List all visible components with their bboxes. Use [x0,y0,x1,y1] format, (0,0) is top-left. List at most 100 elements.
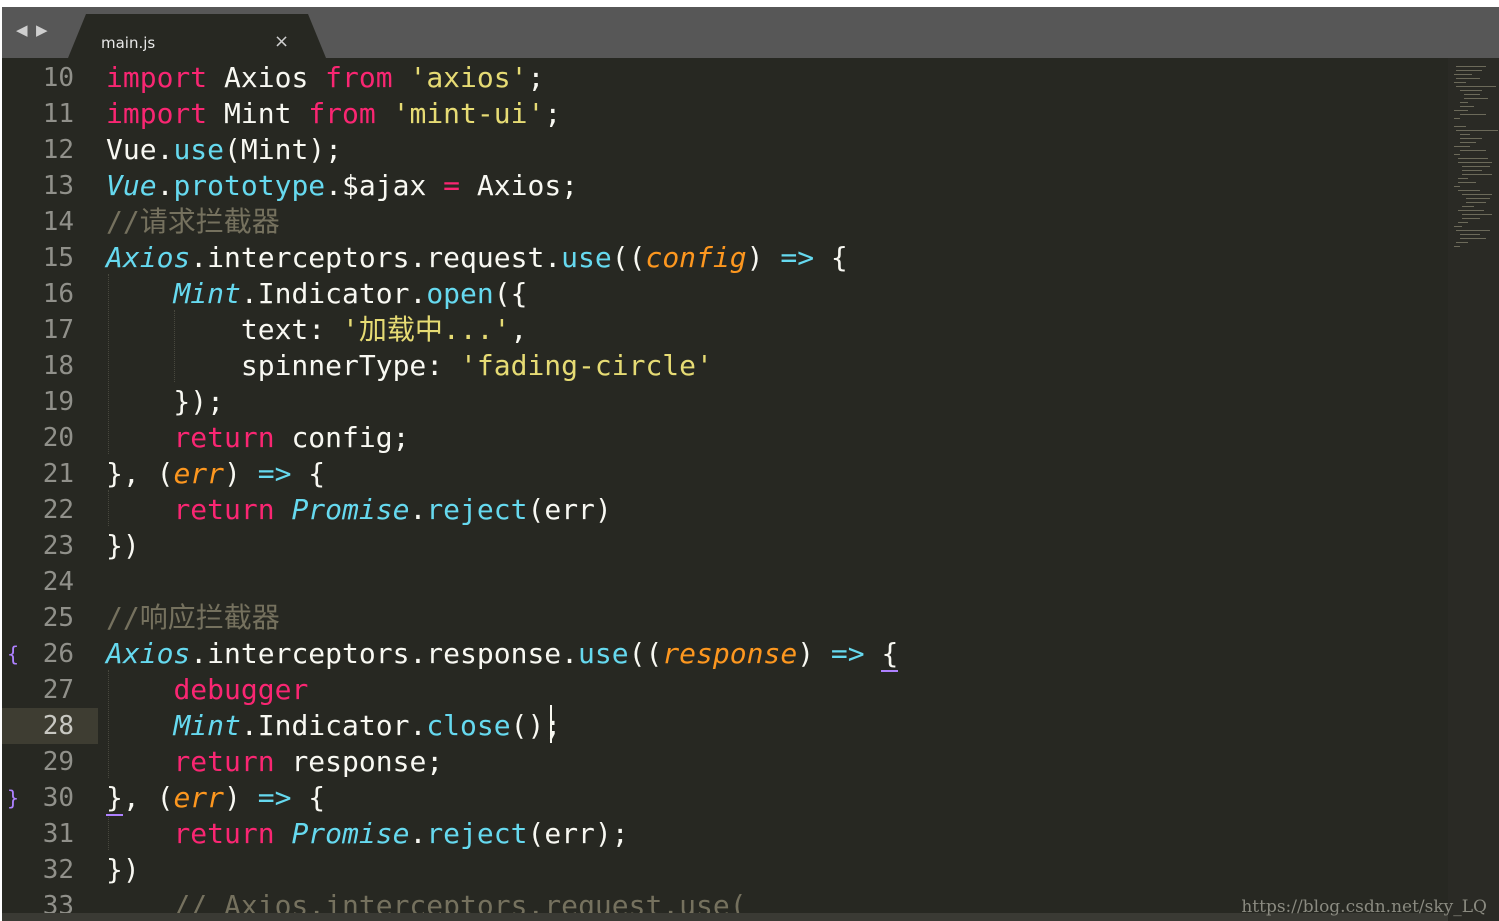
code-line[interactable]: }) [106,852,140,888]
code-line[interactable]: import Mint from 'mint-ui'; [106,96,561,132]
minimap-line [1456,70,1482,71]
code-token: err [173,457,225,490]
minimap-line [1454,146,1470,147]
code-line[interactable]: Axios.interceptors.request.use((config) … [106,240,848,276]
code-line[interactable]: }, (err) => { [106,780,325,816]
code-line[interactable]: return config; [106,420,409,456]
minimap-line [1460,90,1482,91]
code-token: from [308,97,376,130]
code-token: 'fading-circle' [460,349,713,382]
code-line[interactable]: return Promise.reject(err); [106,816,629,852]
code-area[interactable]: import Axios from 'axios'; import Mint fr… [98,58,1448,921]
code-token: //请求拦截器 [106,205,280,238]
minimap-line [1462,194,1492,195]
minimap-line [1454,82,1466,83]
minimap-line [1456,86,1496,87]
code-line[interactable]: return Promise.reject(err) [106,492,611,528]
line-number-text: 28 [42,711,74,741]
line-number: 18 [2,348,98,384]
code-token: }, ( [106,457,174,490]
code-line[interactable]: Mint.Indicator.open({ [106,276,527,312]
code-token: ) [224,781,258,814]
horizontal-scrollbar[interactable] [2,913,1448,921]
minimap-line [1462,170,1482,171]
code-token: Mint [173,709,241,742]
code-line[interactable]: return response; [106,744,443,780]
code-line[interactable]: Vue.use(Mint); [106,132,342,168]
minimap-line [1454,154,1460,155]
fold-marker-icon[interactable]: } [7,780,19,816]
code-token: . [156,169,174,202]
minimap-line [1456,66,1486,67]
tab-main-js[interactable]: main.js × [68,14,326,58]
code-token: Vue [106,169,157,202]
code-line[interactable]: Vue.prototype.$ajax = Axios; [106,168,578,204]
minimap-line [1466,202,1486,203]
code-token: (( [611,241,646,274]
code-token: ) [746,241,781,274]
line-number-text: 23 [42,531,74,561]
line-number-text: 29 [42,747,74,777]
line-number-text: 14 [42,207,74,237]
code-token: '加载中...' [342,313,511,346]
minimap-line [1460,106,1474,107]
minimap-line [1458,222,1468,223]
minimap-line [1458,190,1480,191]
code-token: }) [106,853,140,886]
line-number-text: 15 [42,243,74,273]
code-line[interactable]: debugger [106,672,308,708]
back-arrow-icon[interactable]: ◀ [16,21,28,39]
code-token: Axios; [460,169,579,202]
code-token: { [291,781,326,814]
code-token: .interceptors.request. [190,241,562,274]
line-number-text: 31 [42,819,74,849]
code-token: ; [544,97,562,130]
code-token: return [173,745,275,778]
code-token: return [173,493,275,526]
minimap-line [1454,118,1460,119]
code-line[interactable]: import Axios from 'axios'; [106,60,544,96]
code-token: .interceptors.response. [190,637,579,670]
minimap-line [1466,198,1490,199]
code-token: 'mint-ui' [392,97,545,130]
watermark: https://blog.csdn.net/sky_LQ [1241,897,1487,917]
code-line[interactable]: Axios.interceptors.response.use((respons… [106,636,899,672]
code-line[interactable]: spinnerType: 'fading-circle' [106,348,713,384]
code-token: Axios [106,637,191,670]
minimap-line [1456,230,1490,231]
minimap-line [1462,174,1492,175]
line-number-text: 27 [42,675,74,705]
code-token: { [291,457,326,490]
code-token: //响应拦截器 [106,601,280,634]
line-number: 20 [2,420,98,456]
line-number: 23 [2,528,98,564]
fold-marker-icon[interactable]: { [7,636,19,672]
code-line[interactable]: Mint.Indicator.close(); [106,708,561,744]
forward-arrow-icon[interactable]: ▶ [36,21,48,39]
code-token: .$ajax [325,169,444,202]
code-token: Promise [291,817,410,850]
minimap-line [1454,110,1468,111]
minimap[interactable] [1448,58,1499,921]
code-line[interactable]: }) [106,528,140,564]
code-line[interactable]: //请求拦截器 [106,204,280,240]
code-line[interactable]: }, (err) => { [106,456,325,492]
code-line[interactable]: text: '加载中...', [106,312,527,348]
minimap-line [1460,138,1482,139]
minimap-line [1454,186,1460,187]
code-line[interactable]: //响应拦截器 [106,600,280,636]
close-icon[interactable]: × [274,31,289,52]
code-token: debugger [173,673,309,706]
code-token: text: [106,313,343,346]
code-token: ; [527,61,545,94]
code-token: ) [797,637,831,670]
code-token: (err); [527,817,629,850]
minimap-line [1456,78,1480,79]
code-line[interactable]: }); [106,384,224,420]
code-token: err [173,781,225,814]
line-number-text: 32 [42,855,74,885]
